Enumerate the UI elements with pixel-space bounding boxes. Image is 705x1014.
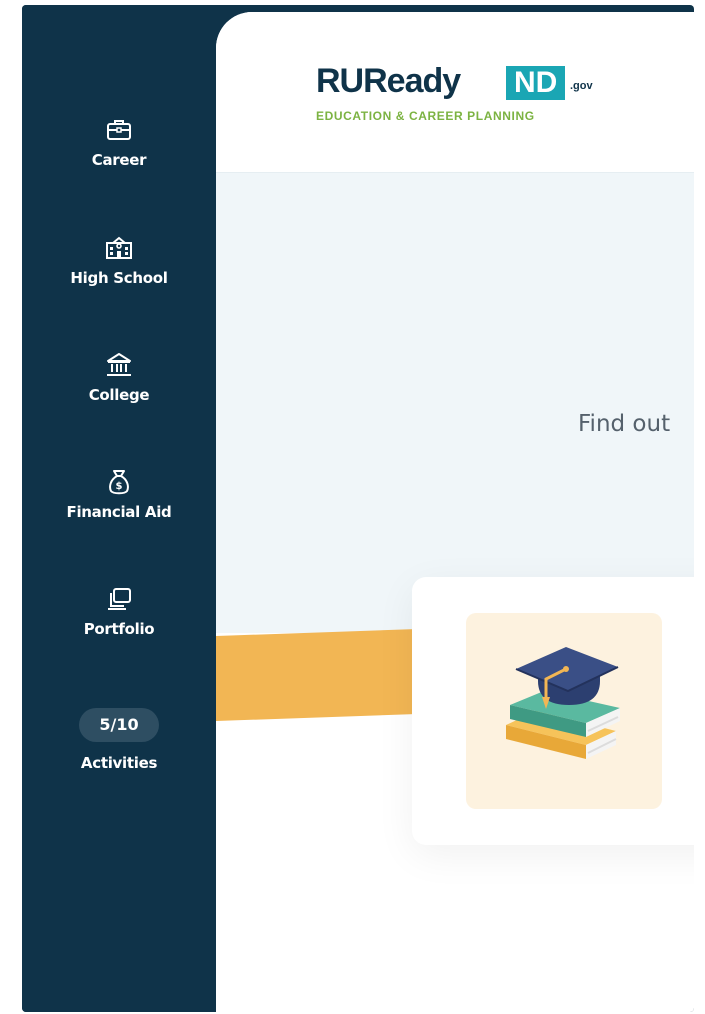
logo-text-rurready: RUReady xyxy=(316,62,461,100)
hero-section: Find out xyxy=(216,173,694,633)
logo-text-nd: ND xyxy=(506,66,566,100)
sidebar-item-label: Portfolio xyxy=(83,620,155,638)
feature-card[interactable] xyxy=(412,577,694,845)
card-image xyxy=(466,613,662,809)
sidebar-item-high-school[interactable]: High School xyxy=(22,233,216,287)
money-bag-icon: $ xyxy=(109,470,129,495)
app-frame: Career High School College $ Financial A… xyxy=(22,5,694,1012)
site-header: RUReady ND .gov EDUCATION & CAREER PLANN… xyxy=(216,12,694,173)
site-logo[interactable]: RUReady ND .gov EDUCATION & CAREER PLANN… xyxy=(316,62,616,142)
svg-text:$: $ xyxy=(116,481,123,492)
hero-text: Find out xyxy=(578,411,671,437)
briefcase-icon xyxy=(107,120,131,140)
sidebar-item-label: Activities xyxy=(80,754,158,772)
sidebar-item-label: Financial Aid xyxy=(66,503,172,521)
sidebar-item-label: High School xyxy=(70,269,168,287)
sidebar-item-label: College xyxy=(88,386,150,404)
sidebar-item-label: Career xyxy=(91,151,147,169)
sidebar-item-portfolio[interactable]: Portfolio xyxy=(22,584,216,638)
portfolio-icon xyxy=(108,588,131,610)
logo-text-gov: .gov xyxy=(570,80,593,92)
main-content: RUReady ND .gov EDUCATION & CAREER PLANN… xyxy=(216,12,694,1012)
sidebar-item-activities[interactable]: 5/10 Activities xyxy=(22,708,216,772)
school-building-icon xyxy=(106,236,132,259)
institution-icon xyxy=(107,353,131,376)
sidebar-item-career[interactable]: Career xyxy=(22,115,216,169)
sidebar-item-financial-aid[interactable]: $ Financial Aid xyxy=(22,467,216,521)
logo-tagline: EDUCATION & CAREER PLANNING xyxy=(316,109,535,123)
sidebar-item-college[interactable]: College xyxy=(22,350,216,404)
sidebar-nav: Career High School College $ Financial A… xyxy=(22,5,216,1012)
activities-count-badge: 5/10 xyxy=(79,708,159,742)
graduation-cap-books-icon xyxy=(506,647,620,759)
